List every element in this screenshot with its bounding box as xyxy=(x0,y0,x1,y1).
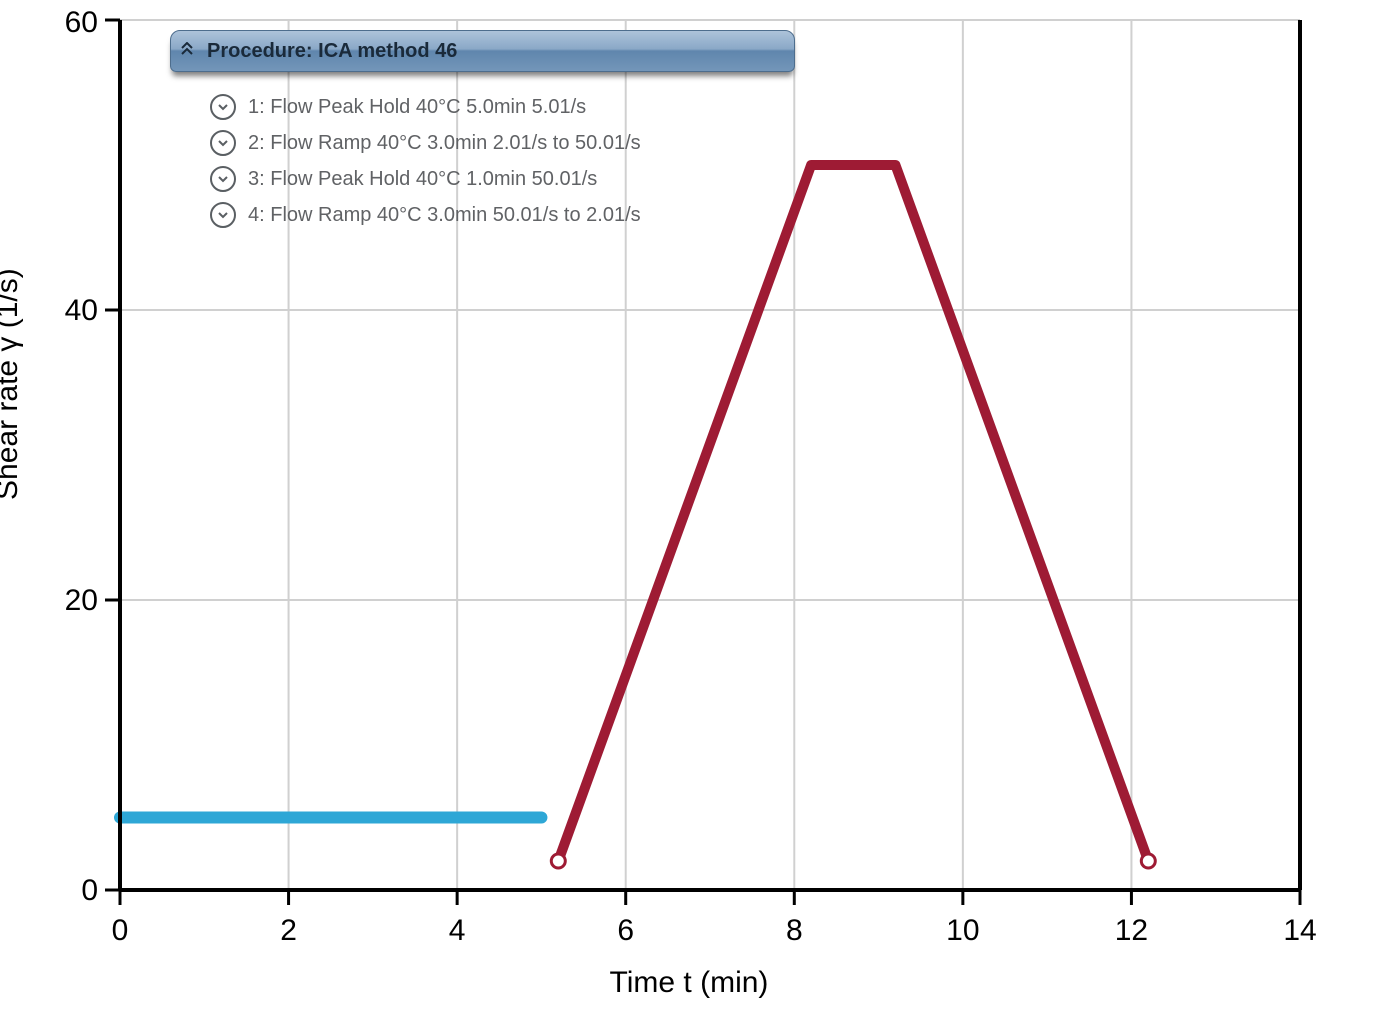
xtick-label: 12 xyxy=(1115,914,1148,947)
step-label: 2: Flow Ramp 40°C 3.0min 2.01/s to 50.01… xyxy=(248,132,641,155)
xtick-label: 2 xyxy=(280,914,297,947)
step-label: 1: Flow Peak Hold 40°C 5.0min 5.01/s xyxy=(248,96,586,119)
collapse-icon xyxy=(181,31,193,71)
procedure-step: 2: Flow Ramp 40°C 3.0min 2.01/s to 50.01… xyxy=(210,130,795,156)
procedure-step: 1: Flow Peak Hold 40°C 5.0min 5.01/s xyxy=(210,94,795,120)
expand-step-button[interactable] xyxy=(210,202,236,228)
ytick-label: 40 xyxy=(65,294,98,327)
xtick-label: 0 xyxy=(112,914,129,947)
procedure-header[interactable]: Procedure: ICA method 46 xyxy=(170,30,795,72)
procedure-title: Procedure: ICA method 46 xyxy=(207,40,457,62)
xtick-label: 4 xyxy=(449,914,466,947)
procedure-panel: Procedure: ICA method 46 1: Flow Peak Ho… xyxy=(170,30,795,238)
xtick-label: 10 xyxy=(946,914,979,947)
procedure-step: 4: Flow Ramp 40°C 3.0min 50.01/s to 2.01… xyxy=(210,202,795,228)
expand-step-button[interactable] xyxy=(210,94,236,120)
ytick-label: 20 xyxy=(65,584,98,617)
procedure-steps: 1: Flow Peak Hold 40°C 5.0min 5.01/s 2: … xyxy=(170,72,795,228)
xtick-label: 6 xyxy=(617,914,634,947)
xtick-label: 8 xyxy=(786,914,803,947)
xtick-label: 14 xyxy=(1283,914,1316,947)
chart-container: Shear rate γ̇ (1/s) Time t (min) xyxy=(0,0,1378,1015)
series-ramp xyxy=(558,165,1148,861)
procedure-step: 3: Flow Peak Hold 40°C 1.0min 50.01/s xyxy=(210,166,795,192)
step-label: 3: Flow Peak Hold 40°C 1.0min 50.01/s xyxy=(248,168,597,191)
expand-step-button[interactable] xyxy=(210,166,236,192)
ytick-label: 60 xyxy=(65,6,98,39)
expand-step-button[interactable] xyxy=(210,130,236,156)
step-label: 4: Flow Ramp 40°C 3.0min 50.01/s to 2.01… xyxy=(248,204,641,227)
ytick-label: 0 xyxy=(81,874,98,907)
